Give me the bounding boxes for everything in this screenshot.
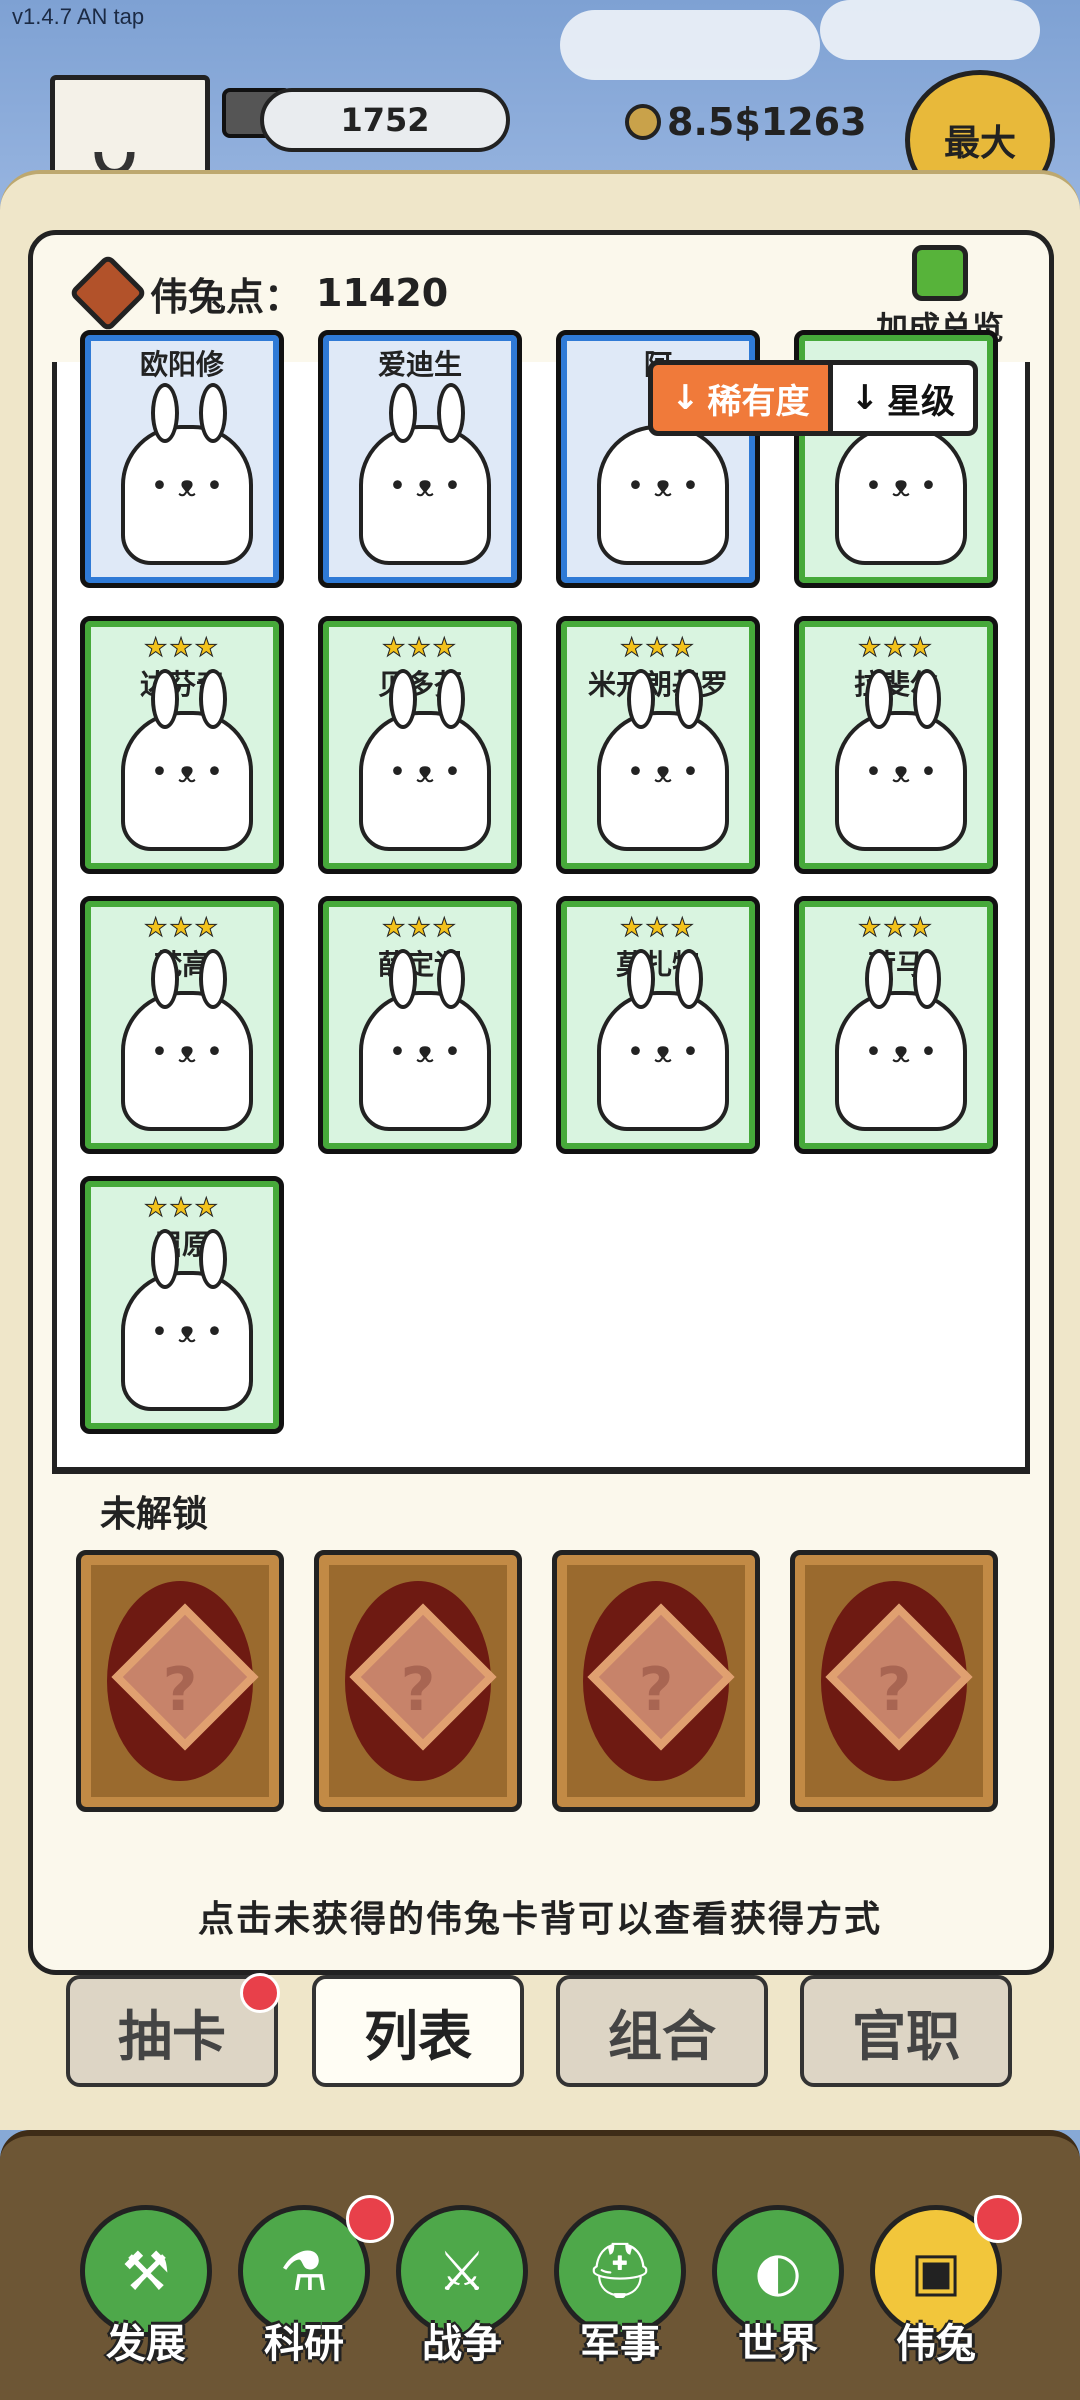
card-name: 达芬奇 (139, 668, 224, 701)
tab-combo[interactable]: 组合 (556, 1975, 768, 2087)
rabbit-portrait-icon: • ᴥ • (835, 949, 967, 1131)
clipboard-icon (912, 245, 968, 301)
card-name: 拉斐尔 (853, 668, 938, 701)
star-rating: ★★★ (144, 633, 220, 664)
locked-section-title: 未解锁 (100, 1494, 209, 1535)
nav-great-rabbit[interactable]: ▣ 伟兔 (866, 2195, 1022, 2369)
resource-counter: 1752 (260, 88, 510, 152)
locked-card[interactable]: ? (790, 1550, 998, 1812)
star-rating: ★★★ (144, 913, 220, 944)
money-display: 8.5$1263 (625, 100, 867, 144)
tab-list[interactable]: 列表 (312, 1975, 524, 2087)
nav-military[interactable]: ⛑ 军事 (550, 2205, 690, 2369)
nav-research[interactable]: ⚗ 科研 (234, 2195, 394, 2369)
hero-card[interactable]: ★★★ 贝多芬 • ᴥ • (318, 616, 522, 874)
nav-label: 伟兔 (896, 2321, 976, 2367)
sort-stars-button[interactable]: ↓ 星级 (832, 360, 978, 436)
version-label: v1.4.7 AN tap (12, 4, 145, 29)
locked-card[interactable]: ? (552, 1550, 760, 1812)
card-name: 屈原 (153, 1228, 210, 1261)
hero-card[interactable]: ★★★ 米开朗基罗 • ᴥ • (556, 616, 760, 874)
rabbit-portrait-icon: • ᴥ • (835, 425, 967, 565)
card-name: 贝多芬 (377, 668, 462, 701)
notification-badge (346, 2195, 394, 2243)
sort-stars-label: 星级 (887, 381, 955, 422)
hero-card[interactable]: 欧阳修 • ᴥ • (80, 330, 284, 588)
rabbit-portrait-icon: • ᴥ • (121, 383, 253, 565)
nav-label: 科研 (264, 2321, 344, 2367)
hero-card[interactable]: ★★★ 薛定谔 • ᴥ • (318, 896, 522, 1154)
card-name: 梵高 (153, 948, 210, 981)
locked-card[interactable]: ? (76, 1550, 284, 1812)
nav-label: 世界 (738, 2321, 818, 2367)
card-name: 莫扎特 (615, 948, 700, 981)
star-rating: ★★★ (382, 913, 458, 944)
card-name: 荷马 (867, 948, 924, 981)
nav-label: 军事 (580, 2321, 660, 2367)
cloud (560, 10, 820, 80)
rabbit-point-icon (68, 253, 148, 333)
tab-draw-card[interactable]: 抽卡 (66, 1973, 280, 2087)
hero-card[interactable]: ★★★ 屈原 • ᴥ • (80, 1176, 284, 1434)
arrow-down-icon: ↓ (671, 378, 700, 418)
tab-office[interactable]: 官职 (800, 1975, 1012, 2087)
hero-card[interactable]: ★★★ 达芬奇 • ᴥ • (80, 616, 284, 874)
rabbit-portrait-icon: • ᴥ • (597, 949, 729, 1131)
sort-bar: ↓ 稀有度 ↓ 星级 (648, 360, 978, 436)
nav-world[interactable]: ◐ 世界 (708, 2205, 848, 2369)
money-value: 8.5$1263 (667, 100, 867, 144)
rabbit-portrait-icon: • ᴥ • (359, 383, 491, 565)
hero-card[interactable]: ★★★ 莫扎特 • ᴥ • (556, 896, 760, 1154)
notification-badge (974, 2195, 1022, 2243)
star-rating: ★★★ (144, 1193, 220, 1224)
card-name: 薛定谔 (377, 948, 462, 981)
points-value: 11420 (316, 271, 449, 315)
hero-card[interactable]: ★★★ 拉斐尔 • ᴥ • (794, 616, 998, 874)
arrow-down-icon: ↓ (850, 378, 880, 418)
coin-icon (625, 104, 661, 140)
star-rating: ★★★ (858, 913, 934, 944)
points-row: 伟兔点： 11420 (68, 253, 449, 333)
tab-label: 列表 (364, 2004, 472, 2068)
notification-badge (240, 1973, 280, 2013)
tab-label: 组合 (608, 2004, 716, 2068)
sort-rarity-label: 稀有度 (707, 381, 810, 422)
rabbit-portrait-icon: • ᴥ • (359, 669, 491, 851)
tab-label: 官职 (852, 2004, 960, 2068)
rabbit-portrait-icon: • ᴥ • (121, 669, 253, 851)
max-button-label: 最大 (943, 123, 1016, 164)
card-name: 爱迪生 (377, 348, 462, 381)
divider (52, 1468, 1030, 1474)
star-rating: ★★★ (858, 633, 934, 664)
rabbit-portrait-icon: • ᴥ • (835, 669, 967, 851)
resource-amount: 1752 (340, 101, 430, 139)
card-name: 米开朗基罗 (587, 668, 728, 701)
nav-develop[interactable]: ⚒ 发展 (76, 2205, 216, 2369)
hero-card[interactable]: ★★★ 梵高 • ᴥ • (80, 896, 284, 1154)
tab-label: 抽卡 (118, 2004, 226, 2068)
star-rating: ★★★ (382, 633, 458, 664)
rabbit-portrait-icon: • ᴥ • (121, 1229, 253, 1411)
points-label: 伟兔点： (150, 274, 303, 319)
locked-card[interactable]: ? (314, 1550, 522, 1812)
nav-label: 发展 (106, 2321, 186, 2367)
cloud (820, 0, 1040, 60)
star-rating: ★★★ (620, 633, 696, 664)
hint-text: 点击未获得的伟兔卡背可以查看获得方式 (197, 1899, 882, 1940)
star-rating: ★★★ (620, 913, 696, 944)
rabbit-portrait-icon: • ᴥ • (597, 425, 729, 565)
rabbit-portrait-icon: • ᴥ • (359, 949, 491, 1131)
hero-card[interactable]: 爱迪生 • ᴥ • (318, 330, 522, 588)
nav-war[interactable]: ⚔ 战争 (392, 2205, 532, 2369)
sort-rarity-button[interactable]: ↓ 稀有度 (648, 360, 833, 436)
nav-label: 战争 (422, 2321, 502, 2367)
card-name: 欧阳修 (139, 348, 224, 381)
rabbit-portrait-icon: • ᴥ • (597, 669, 729, 851)
rabbit-portrait-icon: • ᴥ • (121, 949, 253, 1131)
hero-card[interactable]: ★★★ 荷马 • ᴥ • (794, 896, 998, 1154)
